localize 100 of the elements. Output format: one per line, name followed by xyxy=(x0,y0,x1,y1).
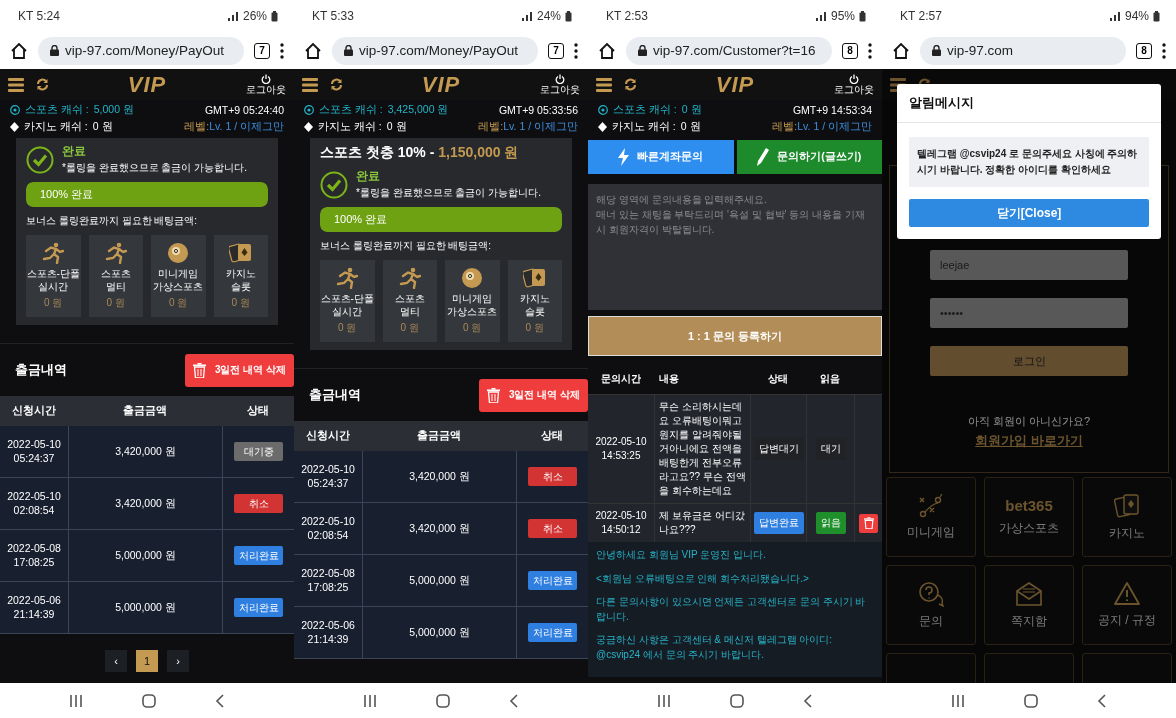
delete-history-button[interactable]: 3일전 내역 삭제 xyxy=(184,353,294,387)
recent-apps-icon[interactable] xyxy=(363,693,378,708)
completion-note: *롤링을 완료했으므로 출금이 가능합니다. xyxy=(62,161,247,175)
action-button[interactable]: 문의하기(글쓰기) xyxy=(736,140,882,174)
battery-percentage: 24% xyxy=(536,9,561,23)
logout-button[interactable]: 로그아웃 xyxy=(246,74,286,95)
recent-apps-icon[interactable] xyxy=(657,693,672,708)
home-icon[interactable] xyxy=(304,41,322,60)
casino-cash-value: 0 원 xyxy=(92,120,113,134)
menu-tile[interactable]: 쪽지함 xyxy=(984,565,1074,645)
bonus-title: 스포츠 첫충 10% - 1,150,000 원 xyxy=(320,144,520,162)
home-icon[interactable] xyxy=(892,41,910,60)
tab-count-button[interactable]: 7 xyxy=(254,42,270,59)
battery-icon xyxy=(1153,10,1160,22)
address-bar[interactable]: vip-97.com/Money/PayOut xyxy=(38,36,244,65)
menu-tile[interactable]: 카지노 xyxy=(1082,477,1172,557)
status-badge: 답변대기 xyxy=(753,438,804,460)
reply-message: 안녕하세요 회원님 VIP 운영진 입니다. xyxy=(596,548,767,562)
status-badge: 취소 xyxy=(528,519,577,538)
address-bar[interactable]: vip-97.com/Money/PayOut xyxy=(332,36,538,65)
dialog-title: 알림메시지 xyxy=(897,84,1161,123)
page-button[interactable]: ‹ xyxy=(105,650,127,672)
section-title: 출금내역 xyxy=(15,361,67,379)
table-cell: 5,000,000 원 xyxy=(362,607,516,658)
level-label: 레벨: xyxy=(184,120,210,132)
column-header: 내용 xyxy=(658,372,680,386)
menu-tile[interactable]: 공지 / 규정 xyxy=(1082,565,1172,645)
more-icon[interactable] xyxy=(1162,42,1166,59)
game-tile-label: 카지노 슬롯 xyxy=(225,267,256,293)
inquiry-text-field[interactable]: 해당 영역에 문의내용을 입력해주세요. 매너 있는 채팅을 부탁드리며 '욕설 및 협박' 등의 내용을 기재 시 회원자격이 박탈됩니다. xyxy=(588,184,882,310)
table-cell-text: 2022-05-10 05:24:37 xyxy=(300,461,356,491)
column-header: 문의시간 xyxy=(600,372,642,386)
home-button-icon[interactable] xyxy=(142,693,156,708)
address-bar[interactable]: vip-97.com xyxy=(920,36,1126,65)
delete-history-button[interactable]: 3일전 내역 삭제 xyxy=(478,378,588,412)
more-icon[interactable] xyxy=(574,42,578,59)
recent-apps-icon[interactable] xyxy=(951,693,966,708)
back-icon[interactable] xyxy=(1096,693,1107,708)
refresh-icon[interactable] xyxy=(36,78,49,91)
home-icon[interactable] xyxy=(10,41,28,60)
logout-button[interactable]: 로그아웃 xyxy=(834,74,874,95)
address-bar[interactable]: vip-97.com/Customer?t=16 xyxy=(626,36,832,65)
status-time: KT 2:53 xyxy=(606,9,648,23)
recent-apps-icon[interactable] xyxy=(69,693,84,708)
site-logo[interactable]: VIP xyxy=(127,71,167,98)
logout-button[interactable]: 로그아웃 xyxy=(540,74,580,95)
status-badge: 대기중 xyxy=(234,442,283,461)
casino-cash-value: 0 원 xyxy=(680,120,701,134)
tab-count-button[interactable]: 8 xyxy=(1136,42,1152,59)
menu-icon[interactable] xyxy=(8,77,24,92)
status-badge: 처리완료 xyxy=(234,546,283,565)
home-button-icon[interactable] xyxy=(730,693,744,708)
read-badge: 읽음 xyxy=(815,512,846,534)
table-cell: 3,420,000 원 xyxy=(68,478,222,529)
home-icon[interactable] xyxy=(598,41,616,60)
menu-tile[interactable]: bet365 가상스포츠 xyxy=(984,477,1074,557)
site-logo[interactable]: VIP xyxy=(715,71,755,98)
running-figure-icon xyxy=(398,267,421,289)
column-header: 출금금액 xyxy=(416,429,462,443)
menu-icon[interactable] xyxy=(302,77,318,92)
delete-button[interactable] xyxy=(859,513,878,533)
section-title: 출금내역 xyxy=(309,386,361,404)
tab-count-button[interactable]: 8 xyxy=(842,42,858,59)
casino-cash-label: 카지노 캐쉬 : xyxy=(318,120,382,134)
server-clock: GMT+9 14:53:34 xyxy=(792,104,872,116)
home-button-icon[interactable] xyxy=(436,693,450,708)
page-button[interactable]: 1 xyxy=(136,650,158,672)
battery-icon xyxy=(859,10,866,22)
warning-icon xyxy=(1113,581,1141,606)
tab-count-button[interactable]: 7 xyxy=(548,42,564,59)
game-tile-label: 카지노 슬롯 xyxy=(519,292,550,318)
table-cell-text: 2022-05-10 14:53:25 xyxy=(594,435,648,463)
game-tile-amount: 0 원 xyxy=(338,321,357,335)
refresh-icon[interactable] xyxy=(624,78,637,91)
more-icon[interactable] xyxy=(280,42,284,59)
refresh-icon[interactable] xyxy=(330,78,343,91)
progress-bar-fill: 100% 완료 xyxy=(26,182,268,207)
menu-tile[interactable]: 미니게임 xyxy=(886,477,976,557)
game-tile-amount: 0 원 xyxy=(525,321,544,335)
running-figure-icon xyxy=(336,267,359,289)
back-icon[interactable] xyxy=(508,693,519,708)
back-icon[interactable] xyxy=(802,693,813,708)
level-value: Lv. 1 / 이제그만 xyxy=(209,120,284,132)
page-button[interactable]: › xyxy=(167,650,189,672)
lightning-icon xyxy=(618,148,630,166)
more-icon[interactable] xyxy=(868,42,872,59)
table-cell: 5,000,000 원 xyxy=(68,582,222,633)
menu-icon[interactable] xyxy=(596,77,612,92)
close-button[interactable]: 닫기[Close] xyxy=(909,199,1149,227)
home-button-icon[interactable] xyxy=(1024,693,1038,708)
column-header: 읽음 xyxy=(819,372,841,386)
battery-percentage: 94% xyxy=(1124,9,1149,23)
menu-tile[interactable]: 문의 xyxy=(886,565,976,645)
site-logo[interactable]: VIP xyxy=(421,71,461,98)
ball-icon xyxy=(461,267,484,289)
back-icon[interactable] xyxy=(214,693,225,708)
signal-icon xyxy=(1108,11,1121,21)
level-value: Lv. 1 / 이제그만 xyxy=(503,120,578,132)
sports-cash-value: 5,000 원 xyxy=(93,103,134,117)
sports-cash-label: 스포츠 캐쉬 : xyxy=(613,103,677,117)
